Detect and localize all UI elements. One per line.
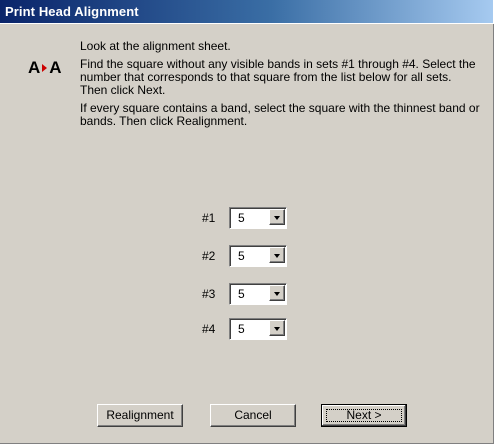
chevron-down-icon [274, 216, 280, 220]
set-row-1: #1 5 [202, 207, 292, 229]
alignment-icon: AA [28, 58, 62, 78]
next-button[interactable]: Next > [321, 404, 407, 427]
set-label-2: #2 [202, 249, 216, 263]
set-label-1: #1 [202, 211, 216, 225]
instruction-line-3: If every square contains a band, select … [80, 101, 480, 128]
set-row-2: #2 5 [202, 245, 292, 267]
cancel-button-label: Cancel [234, 408, 272, 422]
dialog-window: Print Head Alignment AA Look at the alig… [0, 0, 495, 445]
set-3-dropdown[interactable]: 5 [229, 283, 287, 305]
chevron-down-icon [274, 327, 280, 331]
instruction-line-1: Look at the alignment sheet. [80, 39, 231, 53]
window-title: Print Head Alignment [5, 4, 139, 19]
set-row-4: #4 5 [202, 318, 292, 340]
arrow-icon [42, 63, 48, 72]
set-4-dropdown[interactable]: 5 [229, 318, 287, 340]
chevron-down-icon [274, 254, 280, 258]
set-row-3: #3 5 [202, 283, 292, 305]
icon-letter-right: A [49, 58, 62, 77]
set-3-dropdown-button[interactable] [269, 285, 285, 301]
set-4-value: 5 [238, 322, 245, 336]
set-2-dropdown[interactable]: 5 [229, 245, 287, 267]
set-label-4: #4 [202, 322, 216, 336]
realignment-button-label: Realignment [106, 408, 174, 422]
set-1-dropdown-button[interactable] [269, 209, 285, 225]
icon-letter-left: A [28, 58, 41, 77]
set-label-3: #3 [202, 287, 216, 301]
instruction-line-2: Find the square without any visible band… [80, 57, 476, 97]
chevron-down-icon [274, 292, 280, 296]
set-1-dropdown[interactable]: 5 [229, 207, 287, 229]
cancel-button[interactable]: Cancel [210, 404, 296, 427]
set-4-dropdown-button[interactable] [269, 320, 285, 336]
set-2-dropdown-button[interactable] [269, 247, 285, 263]
set-3-value: 5 [238, 287, 245, 301]
set-2-value: 5 [238, 249, 245, 263]
realignment-button[interactable]: Realignment [97, 404, 183, 427]
next-button-label: Next > [346, 408, 382, 422]
set-1-value: 5 [238, 211, 245, 225]
title-bar[interactable]: Print Head Alignment [0, 0, 493, 24]
instructions-text: Look at the alignment sheet. Find the sq… [80, 40, 480, 133]
